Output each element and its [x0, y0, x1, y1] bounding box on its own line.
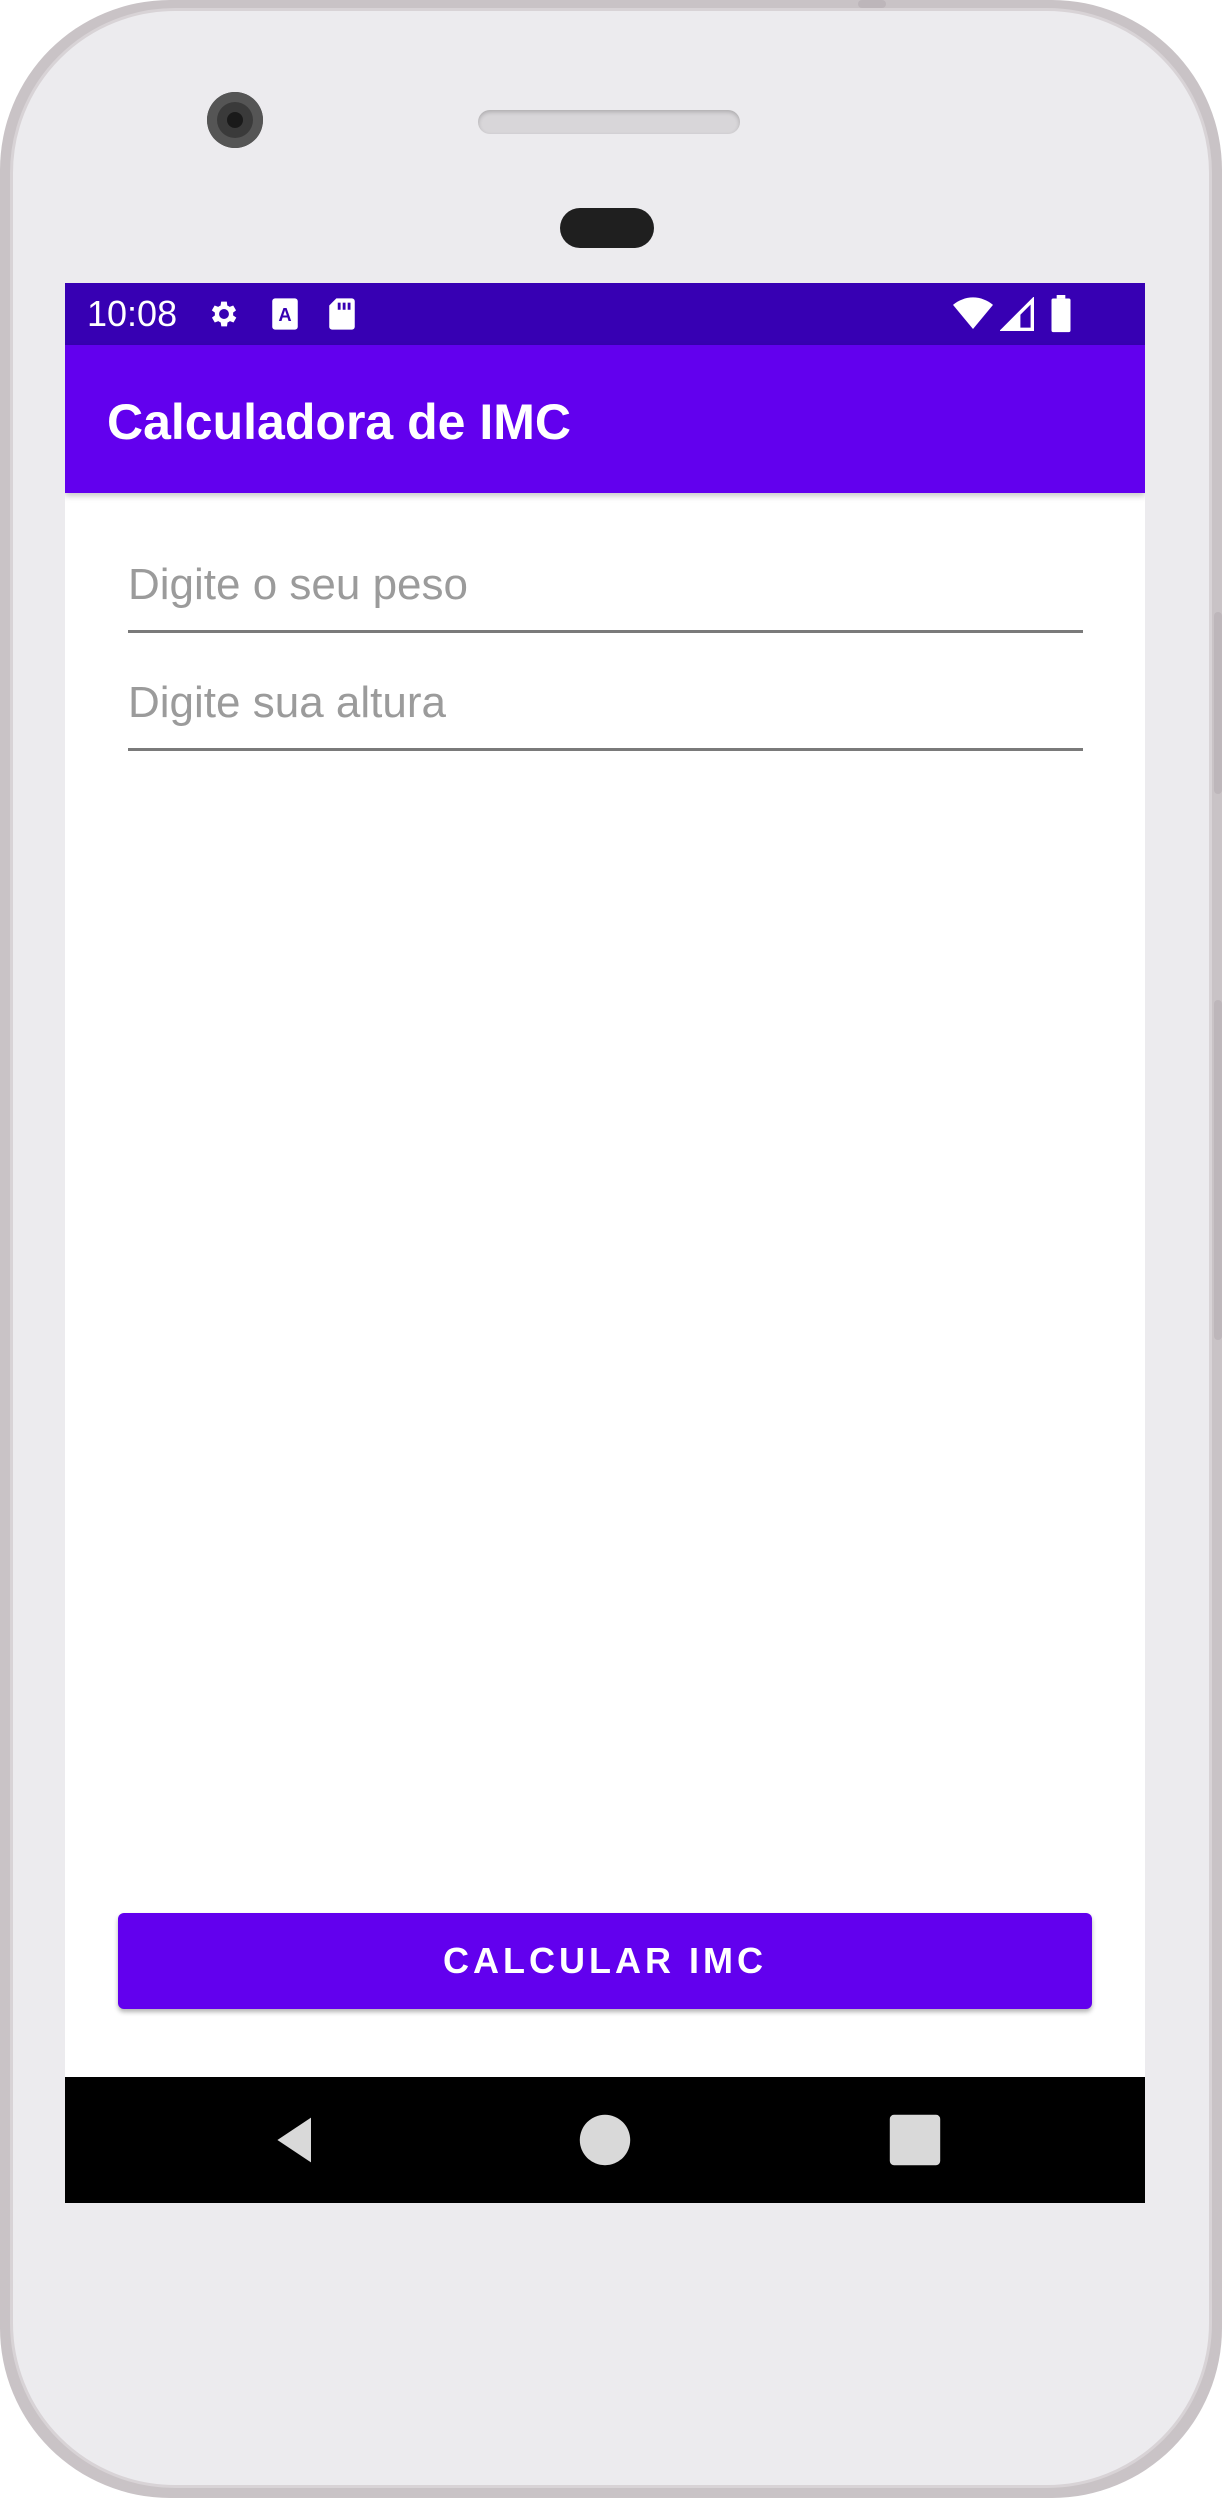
- calculate-button[interactable]: CALCULAR IMC: [118, 1913, 1092, 2009]
- power-button[interactable]: [1214, 612, 1222, 794]
- height-input[interactable]: [128, 661, 1083, 751]
- recents-icon[interactable]: [887, 2112, 943, 2168]
- phone-body: 10:08 A Calculadora de IMC Digite o seu …: [0, 0, 1222, 2498]
- top-edge-button: [858, 0, 886, 8]
- volume-button[interactable]: [1214, 1000, 1222, 1340]
- keyboard-a-icon: A: [272, 298, 298, 330]
- status-bar: 10:08 A: [65, 283, 1145, 345]
- front-camera-icon: [207, 92, 263, 148]
- speaker-grille: [478, 110, 740, 134]
- emulator-frame: 10:08 A Calculadora de IMC Digite o seu …: [0, 0, 1222, 2498]
- status-time: 10:08: [87, 293, 178, 334]
- svg-text:A: A: [278, 304, 291, 325]
- sd-card-icon: [329, 298, 355, 330]
- battery-icon: [1051, 295, 1071, 333]
- signal-icon: [1000, 297, 1034, 331]
- page-title: Calculadora de IMC: [107, 394, 571, 450]
- back-icon[interactable]: [269, 2112, 325, 2168]
- earpiece-sensor: [560, 208, 654, 248]
- app-bar: Calculadora de IMC: [65, 345, 1145, 493]
- device-screen: 10:08 A Calculadora de IMC Digite o seu …: [65, 283, 1145, 2203]
- navigation-bar: [65, 2077, 1145, 2203]
- home-icon[interactable]: [577, 2112, 633, 2168]
- weight-input[interactable]: [128, 543, 1083, 633]
- wifi-icon: [953, 297, 993, 329]
- settings-icon: [211, 301, 237, 327]
